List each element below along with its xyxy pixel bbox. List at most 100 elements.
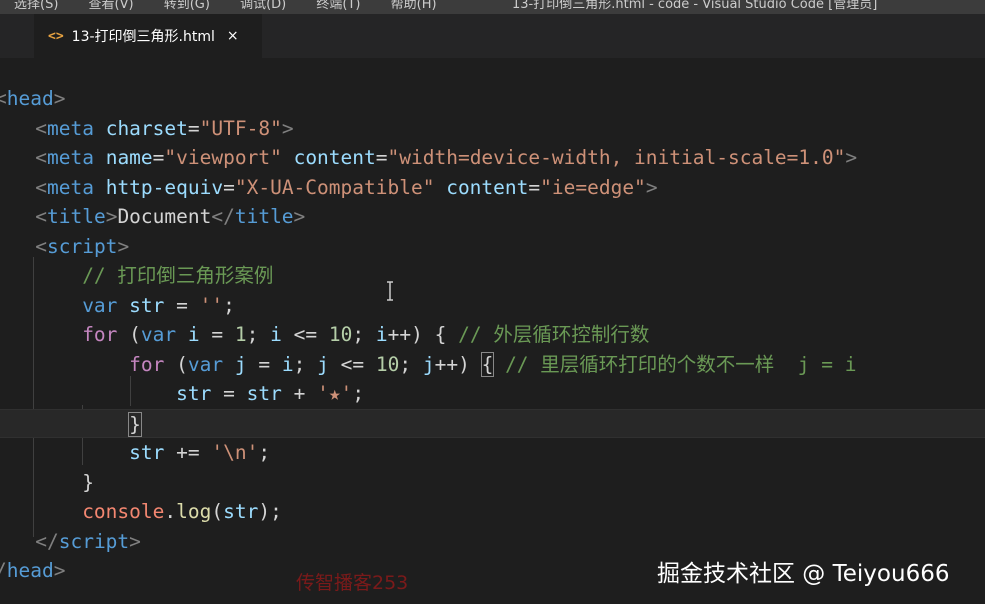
attr-name: http-equiv bbox=[105, 175, 224, 199]
tag-name: head bbox=[6, 87, 54, 110]
attr-value: "UTF-8" bbox=[199, 116, 282, 140]
matched-brace: { bbox=[480, 351, 495, 377]
code-line-title: <title>Document</title> bbox=[0, 202, 985, 232]
variable: str bbox=[129, 441, 165, 464]
operator: <= bbox=[340, 352, 365, 376]
punctuation: . bbox=[164, 500, 177, 523]
tag-name: meta bbox=[46, 146, 94, 169]
attr-name: content bbox=[446, 175, 529, 199]
code-comment: // 里层循环打印的个数不一样 j = i bbox=[505, 352, 857, 376]
tab-13-html[interactable]: <> 13-打印倒三角形.html × bbox=[34, 14, 262, 58]
variable: i bbox=[281, 352, 294, 376]
punctuation: ( bbox=[211, 500, 224, 523]
menu-item-selection[interactable]: 选择(S) bbox=[14, 0, 58, 12]
operator: = bbox=[176, 293, 188, 317]
menu-item-debug[interactable]: 调试(D) bbox=[240, 0, 286, 12]
string-literal: '' bbox=[199, 293, 224, 317]
tag-bracket: </ bbox=[35, 529, 59, 553]
tag-name: meta bbox=[46, 175, 94, 199]
overlay-text: 传智播客253 bbox=[296, 572, 409, 594]
code-line-meta-charset: <meta charset="UTF-8"> bbox=[0, 114, 985, 144]
object-name: console bbox=[82, 500, 165, 523]
code-line-script-close: </script> bbox=[0, 527, 985, 557]
keyword: for bbox=[82, 323, 118, 346]
operator: = bbox=[187, 116, 200, 140]
tag-bracket: > bbox=[53, 87, 66, 110]
operator: = bbox=[152, 146, 165, 169]
tag-bracket: > bbox=[53, 559, 66, 582]
operator: = bbox=[258, 352, 271, 376]
code-line-console-log: console.log(str); bbox=[0, 497, 985, 527]
menu-item-help[interactable]: 帮助(H) bbox=[391, 0, 437, 12]
keyword: var bbox=[140, 323, 177, 346]
tag-bracket: > bbox=[105, 205, 118, 228]
code-line-str-concat: str = str + '★'; bbox=[0, 379, 985, 409]
code-line-str-newline: str += '\n'; bbox=[0, 438, 985, 468]
tag-bracket: < bbox=[35, 205, 47, 228]
function-name: log bbox=[176, 500, 212, 523]
punctuation: ; bbox=[293, 352, 306, 376]
code-line-script-open: <script> bbox=[0, 232, 985, 262]
tag-name: script bbox=[46, 234, 118, 258]
punctuation: ) bbox=[458, 352, 470, 376]
tag-bracket: </ bbox=[211, 205, 235, 228]
tag-bracket: > bbox=[645, 175, 658, 199]
variable: str bbox=[223, 500, 259, 523]
tag-bracket: < bbox=[0, 87, 7, 110]
html-file-icon: <> bbox=[48, 28, 64, 44]
code-editor[interactable]: <head> <meta charset="UTF-8"> <meta name… bbox=[0, 58, 985, 604]
menu-item-goto[interactable]: 转到(G) bbox=[164, 0, 210, 12]
matched-brace: } bbox=[128, 411, 142, 437]
attr-value: "viewport" bbox=[164, 146, 282, 169]
attr-name: content bbox=[293, 146, 376, 169]
window-title: 13-打印倒三角形.html - code - Visual Studio Co… bbox=[512, 0, 878, 12]
number-literal: 10 bbox=[328, 323, 353, 346]
code-line-inner-close: } bbox=[0, 408, 985, 438]
punctuation: ; bbox=[223, 293, 235, 317]
tag-bracket: > bbox=[281, 116, 294, 140]
code-line-outer-for: for (var i = 1; i <= 10; i++) { // 外层循环控… bbox=[0, 320, 985, 350]
code-line-meta-compat: <meta http-equiv="X-UA-Compatible" conte… bbox=[0, 173, 985, 203]
tab-label: 13-打印倒三角形.html bbox=[71, 29, 215, 45]
operator: = bbox=[223, 175, 235, 199]
variable: j bbox=[422, 352, 435, 376]
tag-name: head bbox=[6, 559, 54, 582]
punctuation: ); bbox=[258, 500, 282, 523]
operator: = bbox=[223, 382, 235, 405]
variable: str bbox=[246, 382, 282, 405]
punctuation: ) { bbox=[411, 323, 447, 346]
variable: i bbox=[187, 323, 200, 346]
variable: i bbox=[375, 323, 388, 346]
tag-bracket: < bbox=[35, 175, 47, 199]
attr-value: "width=device-width, initial-scale=1.0" bbox=[387, 146, 846, 169]
operator: += bbox=[176, 441, 200, 464]
code-line-var-str: var str = ''; bbox=[0, 291, 985, 321]
punctuation: ; bbox=[246, 323, 259, 346]
tag-bracket: < bbox=[35, 146, 47, 169]
string-literal: '★' bbox=[317, 382, 353, 405]
keyword: var bbox=[82, 293, 118, 317]
operator: + bbox=[293, 382, 306, 405]
variable: j bbox=[234, 352, 247, 376]
keyword: for bbox=[129, 352, 165, 376]
string-literal: '\n' bbox=[211, 441, 259, 464]
tag-bracket: > bbox=[845, 146, 858, 169]
operator: ++ bbox=[434, 352, 459, 376]
attr-name: name bbox=[105, 146, 153, 169]
variable: j bbox=[317, 352, 329, 376]
code-line-inner-for: for (var j = i; j <= 10; j++) { // 里层循环打… bbox=[0, 350, 985, 380]
menu-item-terminal[interactable]: 终端(T) bbox=[316, 0, 360, 12]
tag-bracket: > bbox=[293, 205, 306, 228]
code-line-head-open: <head> bbox=[0, 84, 980, 114]
punctuation: ( bbox=[129, 323, 141, 346]
tag-bracket: / bbox=[0, 559, 7, 582]
title-bar: 选择(S) 查看(V) 转到(G) 调试(D) 终端(T) 帮助(H) 13-打… bbox=[0, 0, 985, 14]
operator: ++ bbox=[387, 323, 412, 346]
tag-name: meta bbox=[46, 116, 94, 140]
close-icon[interactable]: × bbox=[227, 28, 239, 44]
operator: = bbox=[211, 323, 224, 346]
variable: str bbox=[176, 382, 212, 405]
attr-value: "ie=edge" bbox=[540, 175, 646, 199]
menu-item-view[interactable]: 查看(V) bbox=[89, 0, 134, 12]
code-comment: // 打印倒三角形案例 bbox=[82, 264, 274, 287]
